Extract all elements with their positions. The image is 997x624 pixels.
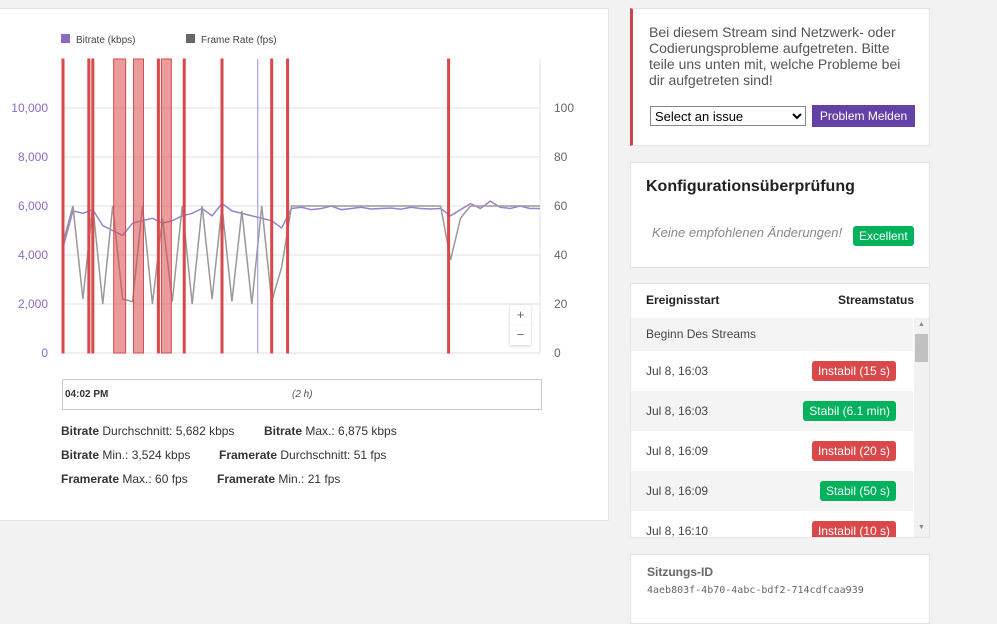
session-id: 4aeb803f-4b70-4abc-bdf2-714cdfcaa939 bbox=[647, 585, 864, 596]
table-row: Jul 8, 16:10 Instabil (10 s) bbox=[631, 511, 913, 538]
zoom-in-button[interactable]: + bbox=[510, 305, 531, 325]
status-badge: Instabil (10 s) bbox=[811, 521, 896, 537]
unstable-event-band bbox=[160, 58, 172, 354]
row-time: Beginn Des Streams bbox=[646, 327, 757, 341]
stat-key: Bitrate bbox=[264, 424, 303, 438]
legend-label: Frame Rate (fps) bbox=[201, 35, 277, 46]
y-left-tick: 0 bbox=[41, 346, 48, 360]
config-title: Konfigurationsüberprüfung bbox=[646, 178, 855, 195]
col-stream-status: Streamstatus bbox=[837, 293, 914, 307]
unstable-event-band bbox=[87, 58, 91, 354]
stat-item: Framerate Max.: 60 fps bbox=[61, 472, 188, 486]
col-event-start: Ereignisstart bbox=[646, 293, 720, 307]
table-row: Jul 8, 16:03 Instabil (15 s) bbox=[631, 351, 913, 391]
unstable-event-band bbox=[182, 58, 186, 354]
row-time: Jul 8, 16:10 bbox=[646, 524, 709, 538]
stat-value: Min.: 3,524 kbps bbox=[99, 448, 191, 462]
events-table: Ereignisstart Streamstatus Beginn Des St… bbox=[630, 283, 930, 538]
stat-value: Max.: 6,875 kbps bbox=[302, 424, 397, 438]
y-right-tick: 100 bbox=[554, 101, 574, 115]
report-problem-button[interactable]: Problem Melden bbox=[812, 105, 915, 127]
y-right-tick: 60 bbox=[554, 199, 568, 213]
scroll-down-icon[interactable]: ▼ bbox=[918, 524, 925, 531]
y-left-tick: 6,000 bbox=[18, 199, 48, 213]
legend-swatch bbox=[186, 34, 195, 43]
stat-value: Min.: 21 fps bbox=[275, 472, 341, 486]
row-time: Jul 8, 16:03 bbox=[646, 364, 709, 378]
scrollbar[interactable]: ▲ ▼ bbox=[914, 318, 929, 537]
stat-key: Framerate bbox=[219, 448, 278, 462]
legend-label: Bitrate (kbps) bbox=[76, 35, 135, 46]
status-badge: Stabil (50 s) bbox=[819, 481, 896, 501]
unstable-event-band bbox=[91, 58, 95, 354]
y-right-tick: 0 bbox=[554, 346, 561, 360]
y-left-tick: 2,000 bbox=[18, 297, 48, 311]
stream-chart-card: Bitrate (kbps) Frame Rate (fps) 0 0 2,000 20 4… bbox=[0, 8, 609, 521]
navigator-range: (2 h) bbox=[292, 389, 313, 400]
status-badge: Instabil (15 s) bbox=[811, 361, 896, 381]
y-left-tick: 10,000 bbox=[11, 101, 48, 115]
unstable-event-band bbox=[270, 58, 274, 354]
status-badge: Stabil (6.1 min) bbox=[803, 401, 896, 421]
legend-swatch bbox=[61, 34, 70, 43]
stat-value: Max.: 60 fps bbox=[119, 472, 188, 486]
unstable-event-band bbox=[113, 58, 127, 354]
unstable-event-band bbox=[133, 58, 145, 354]
table-row: Beginn Des Streams bbox=[631, 318, 913, 351]
unstable-event-band bbox=[286, 58, 290, 354]
y-left-tick: 4,000 bbox=[18, 248, 48, 262]
issue-alert: Bei diesem Stream sind Netzwerk- oder Co… bbox=[630, 8, 930, 146]
stat-item: Framerate Durchschnitt: 51 fps bbox=[219, 448, 386, 462]
row-time: Jul 8, 16:03 bbox=[646, 404, 709, 418]
y-right-tick: 40 bbox=[554, 248, 568, 262]
stat-item: Framerate Min.: 21 fps bbox=[217, 472, 340, 486]
stat-item: Bitrate Max.: 6,875 kbps bbox=[264, 424, 397, 438]
stat-value: Durchschnitt: 5,682 kbps bbox=[99, 424, 235, 438]
table-row: Jul 8, 16:03 Stabil (6.1 min) bbox=[631, 391, 913, 431]
table-row: Jul 8, 16:09 Instabil (20 s) bbox=[631, 431, 913, 471]
session-card: Sitzungs-ID 4aeb803f-4b70-4abc-bdf2-714c… bbox=[630, 554, 930, 624]
config-message: Keine empfohlenen Änderungen! bbox=[652, 225, 843, 240]
stat-key: Bitrate bbox=[61, 424, 100, 438]
issue-select[interactable]: Select an issue bbox=[650, 106, 806, 126]
status-badge: Instabil (20 s) bbox=[811, 441, 896, 461]
scrollbar-thumb[interactable] bbox=[915, 334, 928, 362]
row-time: Jul 8, 16:09 bbox=[646, 444, 709, 458]
stat-value: Durchschnitt: 51 fps bbox=[277, 448, 387, 462]
y-right-tick: 20 bbox=[554, 297, 568, 311]
alert-text: Bei diesem Stream sind Netzwerk- oder Co… bbox=[649, 24, 901, 88]
navigator-start: 04:02 PM bbox=[65, 389, 109, 400]
scroll-up-icon[interactable]: ▲ bbox=[918, 321, 925, 328]
y-right-tick: 80 bbox=[554, 150, 568, 164]
table-row: Jul 8, 16:09 Stabil (50 s) bbox=[631, 471, 913, 511]
stat-item: Bitrate Durchschnitt: 5,682 kbps bbox=[61, 424, 234, 438]
stat-item: Bitrate Min.: 3,524 kbps bbox=[61, 448, 190, 462]
unstable-event-band bbox=[156, 58, 160, 354]
stat-key: Framerate bbox=[217, 472, 276, 486]
session-label: Sitzungs-ID bbox=[647, 565, 713, 579]
zoom-out-button[interactable]: − bbox=[510, 325, 531, 345]
stat-key: Framerate bbox=[61, 472, 120, 486]
unstable-event-band bbox=[447, 58, 451, 354]
time-navigator[interactable]: 04:02 PM (2 h) bbox=[62, 379, 542, 410]
unstable-event-band bbox=[61, 58, 65, 354]
config-check-card: Konfigurationsüberprüfung Keine empfohle… bbox=[630, 162, 930, 268]
unstable-event-band bbox=[220, 58, 224, 354]
config-badge: Excellent bbox=[853, 226, 914, 246]
row-time: Jul 8, 16:09 bbox=[646, 484, 709, 498]
y-left-tick: 8,000 bbox=[18, 150, 48, 164]
stat-key: Bitrate bbox=[61, 448, 100, 462]
